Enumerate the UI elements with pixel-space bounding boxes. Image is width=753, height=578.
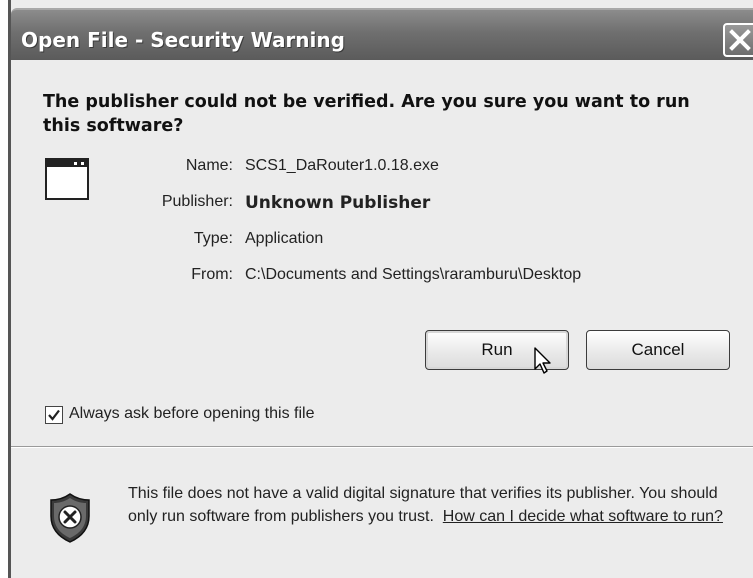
- from-label: From:: [191, 266, 233, 283]
- name-label: Name:: [185, 157, 233, 174]
- always-ask-label[interactable]: Always ask before opening this file: [69, 405, 314, 423]
- type-value: Application: [245, 230, 324, 247]
- help-link[interactable]: How can I decide what software to run?: [443, 508, 723, 525]
- warning-heading: The publisher could not be verified. Are…: [43, 92, 690, 136]
- from-row: From: C:\Documents and Settings\rarambur…: [11, 266, 753, 290]
- publisher-label: Publisher:: [161, 193, 233, 210]
- always-ask-checkbox[interactable]: [45, 406, 63, 424]
- from-value: C:\Documents and Settings\raramburu\Desk…: [245, 266, 582, 283]
- type-label: Type:: [193, 230, 233, 247]
- signature-warning: This file does not have a valid digital …: [128, 482, 738, 528]
- checkmark-icon: [48, 409, 60, 421]
- file-name-row: Name: SCS1_DaRouter1.0.18.exe: [11, 157, 753, 181]
- publisher-value: Unknown Publisher: [245, 193, 431, 213]
- name-value: SCS1_DaRouter1.0.18.exe: [245, 157, 439, 174]
- security-shield-icon: [48, 492, 92, 549]
- window-title: Open File - Security Warning: [21, 28, 345, 52]
- cancel-button[interactable]: Cancel: [586, 330, 730, 370]
- publisher-row: Publisher: Unknown Publisher: [11, 193, 753, 217]
- type-row: Type: Application: [11, 230, 753, 254]
- title-bar[interactable]: Open File - Security Warning: [11, 8, 753, 60]
- mouse-pointer-icon: [534, 347, 554, 380]
- section-divider: [11, 446, 753, 448]
- security-warning-dialog: Open File - Security Warning The publish…: [8, 0, 753, 578]
- dialog-body: The publisher could not be verified. Are…: [11, 60, 753, 578]
- close-button[interactable]: [723, 23, 753, 57]
